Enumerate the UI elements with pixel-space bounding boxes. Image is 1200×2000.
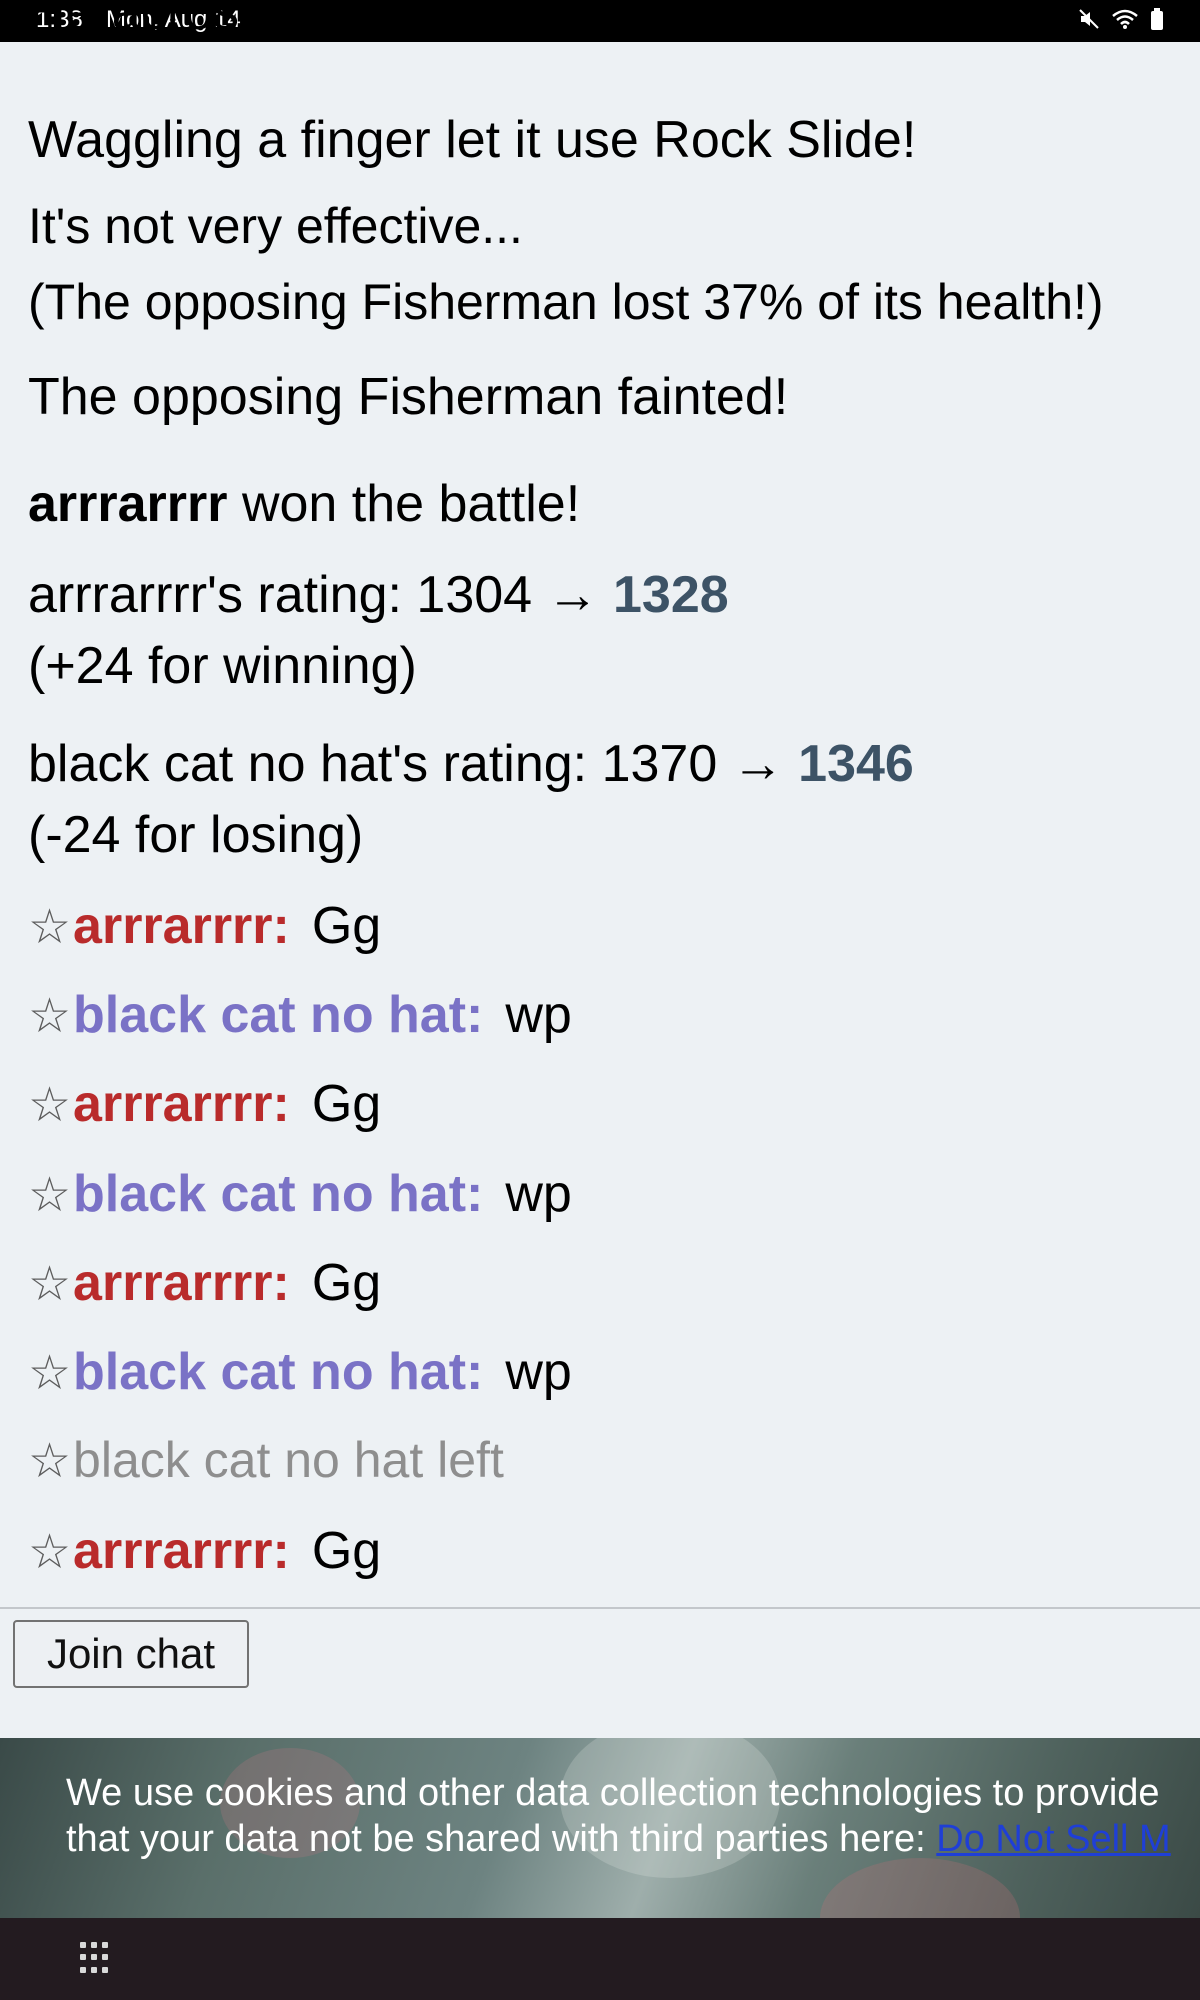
- log-line-waggle: Waggling a finger let it use Rock Slide!: [28, 111, 917, 169]
- chat-username[interactable]: black cat no hat:: [73, 1165, 483, 1223]
- rating-new-1: 1328: [612, 566, 729, 624]
- star-icon: ☆: [28, 990, 72, 1043]
- winner-name: arrrarrrr: [28, 475, 228, 533]
- star-icon: ☆: [28, 901, 72, 954]
- rating-note-2: (-24 for losing): [28, 806, 364, 864]
- star-icon: ☆: [28, 1258, 72, 1311]
- chat-text: Gg: [311, 1075, 382, 1133]
- navigation-bar: [0, 1918, 1200, 2000]
- chat-leave-notice: ☆black cat no hat left: [28, 1432, 504, 1488]
- banner-background-shape: [820, 1858, 1020, 1918]
- chat-message: ☆arrrarrrr: Gg: [28, 1253, 381, 1313]
- star-icon: ☆: [28, 1347, 72, 1400]
- join-chat-button[interactable]: Join chat: [13, 1620, 249, 1688]
- chat-message: ☆arrrarrrr: Gg: [28, 1521, 381, 1581]
- chat-text: wp: [505, 1165, 572, 1223]
- app-grid-icon[interactable]: [80, 1942, 112, 1974]
- chat-message: ☆arrrarrrr: Gg: [28, 1074, 381, 1134]
- battery-icon: [1151, 8, 1163, 30]
- chat-text: wp: [505, 986, 572, 1044]
- chat-username[interactable]: arrrarrrr:: [73, 1075, 290, 1133]
- chat-username[interactable]: arrrarrrr:: [73, 1522, 290, 1580]
- chat-text: wp: [505, 1343, 572, 1401]
- rating-new-2: 1346: [798, 735, 914, 793]
- do-not-sell-link[interactable]: Do Not Sell M: [936, 1818, 1170, 1860]
- cookie-line-1: We use cookies and other data collection…: [66, 1772, 1160, 1814]
- chat-message: ☆black cat no hat: wp: [28, 985, 572, 1045]
- star-icon: ☆: [28, 1079, 72, 1132]
- cookie-line-2: that your data not be shared with third …: [66, 1818, 1171, 1860]
- rating-line-1: arrrarrrr's rating: 1304 → 1328: [28, 566, 729, 624]
- log-line-effectiveness: It's not very effective...: [28, 198, 523, 254]
- chat-username[interactable]: black cat no hat:: [73, 986, 483, 1044]
- chat-username[interactable]: black cat no hat:: [73, 1343, 483, 1401]
- log-line-fainted: The opposing Fisherman fainted!: [28, 368, 789, 426]
- log-line-winner: arrrarrrr won the battle!: [28, 475, 581, 533]
- cookie-banner: We use cookies and other data collection…: [0, 1738, 1200, 1918]
- chat-message: ☆black cat no hat: wp: [28, 1164, 572, 1224]
- star-icon: ☆: [28, 1169, 72, 1222]
- log-line-damage: (The opposing Fisherman lost 37% of its …: [28, 274, 1104, 330]
- chat-username[interactable]: arrrarrrr:: [73, 1254, 290, 1312]
- chat-message: ☆arrrarrrr: Gg: [28, 896, 381, 956]
- rating-note-1: (+24 for winning): [28, 637, 417, 695]
- cookie-text: We use cookies and other data collection…: [66, 1770, 1171, 1862]
- star-icon: ☆: [28, 1435, 72, 1488]
- chat-text: Gg: [311, 1522, 382, 1580]
- chat-divider: [0, 1607, 1200, 1609]
- chat-username[interactable]: arrrarrrr:: [73, 897, 290, 955]
- status-icons: [1078, 8, 1164, 30]
- star-icon: ☆: [28, 1526, 72, 1579]
- log-line-partial: Heracross used Metronome!: [28, 8, 702, 41]
- chat-text: Gg: [311, 897, 382, 955]
- chat-text: Gg: [311, 1254, 382, 1312]
- mute-icon: [1079, 9, 1099, 29]
- rating-line-2: black cat no hat's rating: 1370 → 1346: [28, 735, 914, 793]
- wifi-icon: [1112, 9, 1138, 29]
- chat-message: ☆black cat no hat: wp: [28, 1342, 572, 1402]
